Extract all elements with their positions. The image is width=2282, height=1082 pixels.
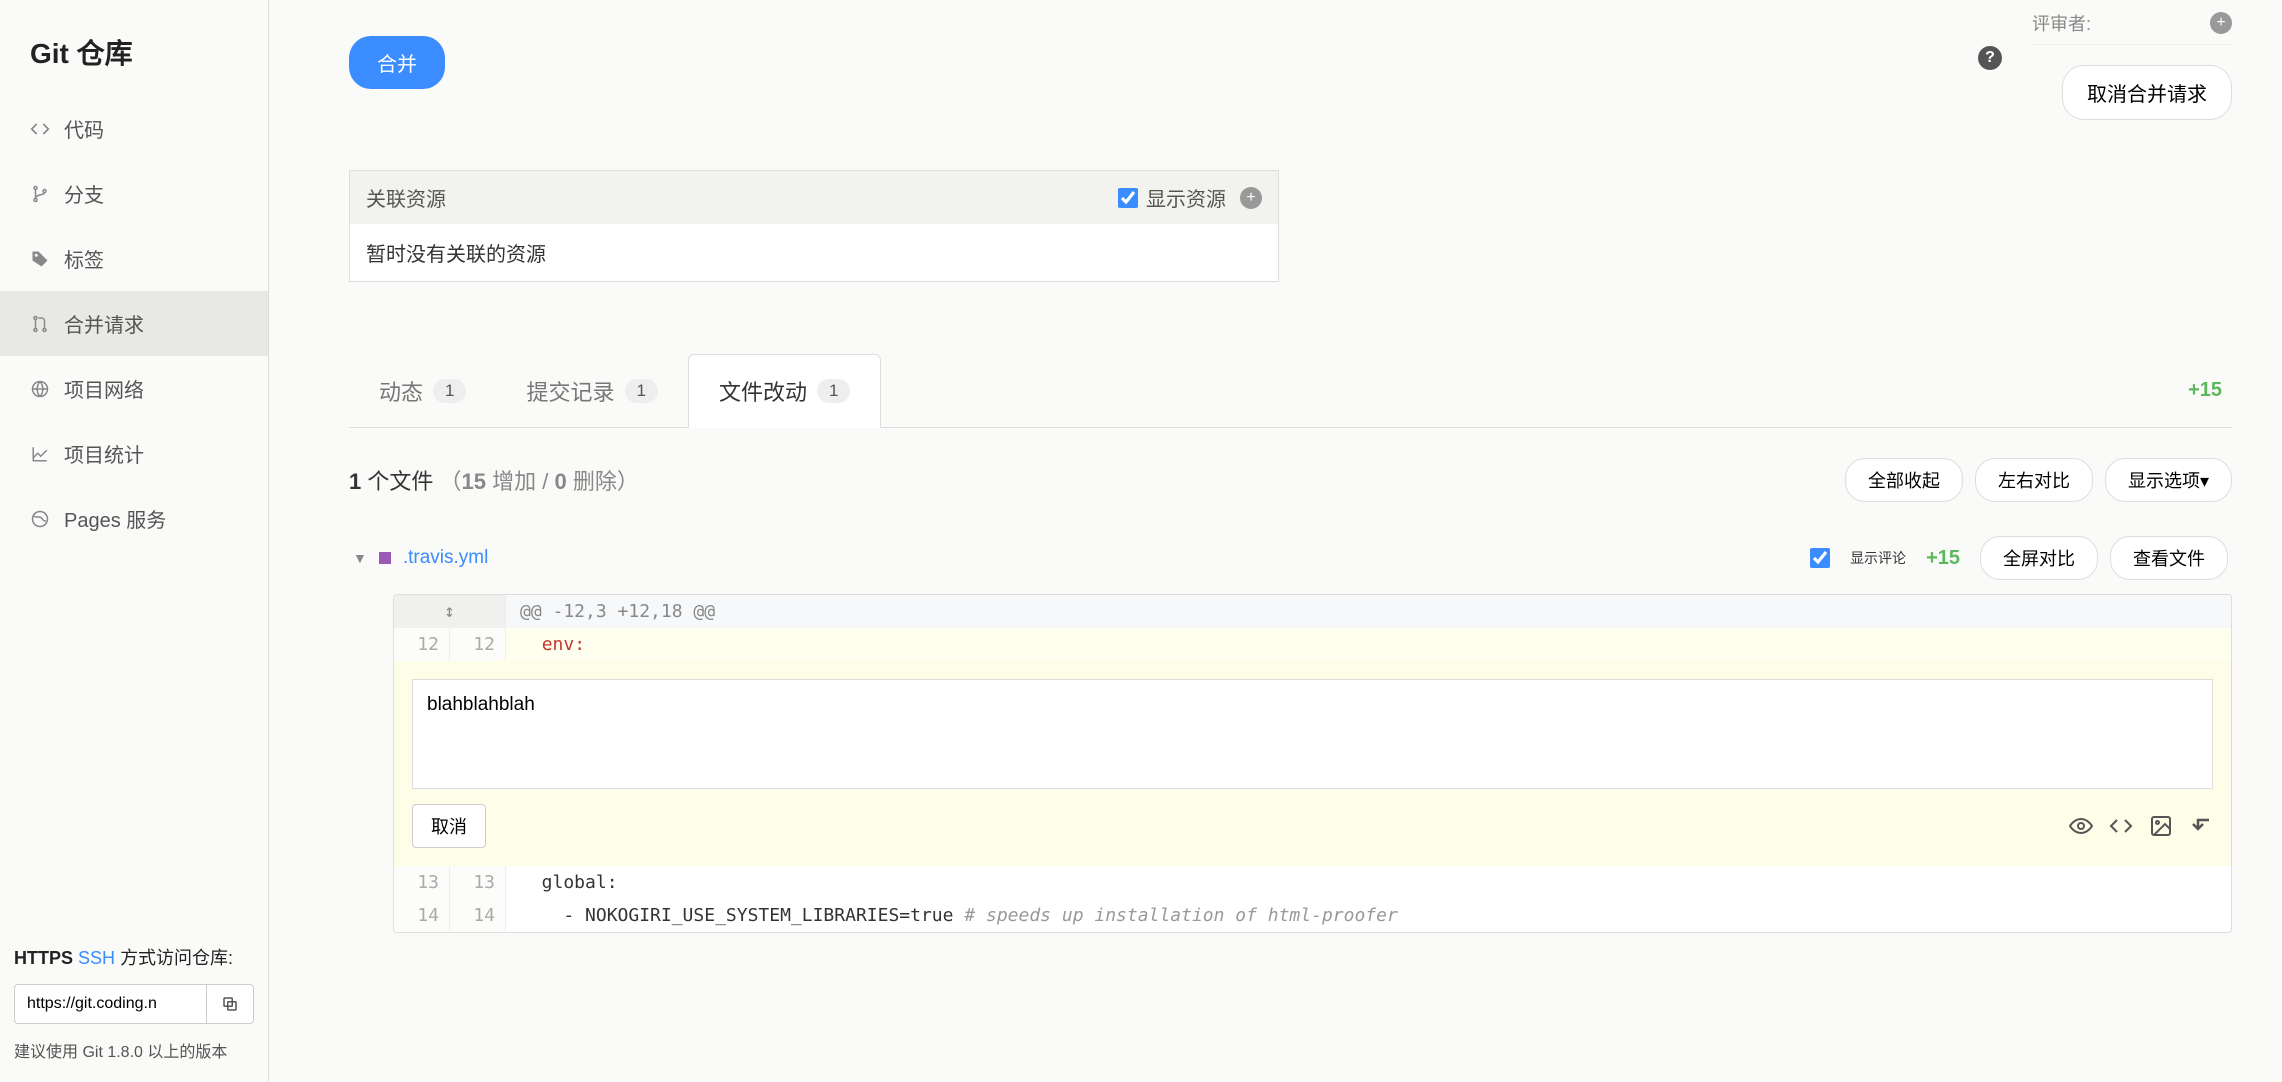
sidebar-item-merge-requests[interactable]: 合并请求	[0, 291, 268, 356]
globe-icon	[30, 379, 50, 399]
tabs: 动态 1 提交记录 1 文件改动 1 +15	[349, 354, 2232, 428]
main-content: ? 合并 评审者: + 取消合并请求 关联资源 显示资源 + 暂时没有关联的资源	[269, 0, 2282, 1082]
clone-url-input[interactable]	[14, 984, 207, 1024]
tab-badge: 1	[625, 379, 658, 403]
sidebar-item-pages[interactable]: Pages 服务	[0, 486, 268, 551]
sidebar-item-label: 项目网络	[64, 374, 144, 403]
clone-suffix: 方式访问仓库:	[120, 948, 233, 968]
sidebar-item-label: 合并请求	[64, 309, 144, 338]
line-number-new: 12	[450, 628, 506, 661]
line-number-old: 14	[394, 899, 450, 932]
copy-icon	[221, 995, 239, 1013]
tab-label: 动态	[379, 375, 423, 407]
merge-button[interactable]: 合并	[349, 36, 445, 89]
chart-icon	[30, 444, 50, 464]
add-resource-button[interactable]: +	[1240, 187, 1262, 209]
reviewers-label: 评审者:	[2032, 10, 2091, 36]
clone-ssh-tab[interactable]: SSH	[78, 948, 115, 968]
tab-label: 文件改动	[719, 375, 807, 407]
file-summary-row: 1 个文件 （15 增加 / 0 删除） 全部收起 左右对比 显示选项▾	[349, 458, 2232, 502]
hunk-header: @@ -12,3 +12,18 @@	[506, 595, 2231, 628]
diff-table: ↕ @@ -12,3 +12,18 @@ 12 12 env: blahblah…	[393, 594, 2232, 933]
code-line[interactable]: env:	[506, 628, 2231, 661]
file-name-link[interactable]: .travis.yml	[403, 547, 489, 569]
show-comments-label: 显示评论	[1850, 548, 1906, 568]
code-line[interactable]: - NOKOGIRI_USE_SYSTEM_LIBRARIES=true # s…	[506, 899, 2231, 932]
tab-badge: 1	[433, 379, 466, 403]
clone-https-tab[interactable]: HTTPS	[14, 948, 73, 968]
sidebar-item-label: 代码	[64, 114, 104, 143]
clone-section: HTTPS SSH 方式访问仓库: 建议使用 Git 1.8.0 以上的版本	[0, 924, 268, 1082]
show-resources-checkbox[interactable]	[1118, 188, 1138, 208]
sidebar-item-label: 标签	[64, 244, 104, 273]
file-count: 1 个文件 （15 增加 / 0 删除）	[349, 464, 639, 496]
cancel-merge-button[interactable]: 取消合并请求	[2062, 65, 2232, 120]
sidebar-item-stats[interactable]: 项目统计	[0, 421, 268, 486]
sidebar-item-code[interactable]: 代码	[0, 96, 268, 161]
related-resources-panel: 关联资源 显示资源 + 暂时没有关联的资源	[349, 170, 1279, 282]
preview-icon[interactable]	[2069, 814, 2093, 838]
sidebar-item-tags[interactable]: 标签	[0, 226, 268, 291]
tab-commits[interactable]: 提交记录 1	[496, 355, 687, 427]
sidebar-title: Git 仓库	[0, 0, 268, 96]
display-options-button[interactable]: 显示选项▾	[2105, 458, 2232, 502]
clone-protocol-row: HTTPS SSH 方式访问仓库:	[14, 944, 254, 970]
branch-icon	[30, 184, 50, 204]
show-comments-checkbox[interactable]	[1810, 548, 1830, 568]
related-empty-text: 暂时没有关联的资源	[350, 224, 1278, 281]
expand-hunk-button[interactable]: ↕	[394, 595, 506, 628]
copy-button[interactable]	[207, 984, 254, 1024]
related-title: 关联资源	[366, 183, 446, 212]
sidebar: Git 仓库 代码 分支 标签 合并请求	[0, 0, 269, 1082]
clone-hint: 建议使用 Git 1.8.0 以上的版本	[14, 1038, 254, 1062]
tab-activity[interactable]: 动态 1	[349, 355, 496, 427]
earth-icon	[30, 509, 50, 529]
caret-down-icon: ▾	[2200, 471, 2209, 491]
add-reviewer-button[interactable]: +	[2210, 12, 2232, 34]
tag-icon	[30, 249, 50, 269]
reviewers-panel: 评审者: + 取消合并请求	[2032, 10, 2232, 120]
inline-comment-form: blahblahblah 取消	[394, 661, 2231, 866]
show-resources-label: 显示资源	[1146, 183, 1226, 212]
line-number-new: 13	[450, 866, 506, 899]
help-icon[interactable]: ?	[1978, 46, 2002, 70]
tab-label: 提交记录	[526, 375, 614, 407]
code-icon	[30, 119, 50, 139]
file-status-icon	[379, 552, 391, 564]
fullscreen-compare-button[interactable]: 全屏对比	[1980, 536, 2098, 580]
collapse-all-button[interactable]: 全部收起	[1845, 458, 1963, 502]
submit-icon[interactable]	[2189, 814, 2213, 838]
comment-cancel-button[interactable]: 取消	[412, 804, 486, 848]
view-file-button[interactable]: 查看文件	[2110, 536, 2228, 580]
total-additions: +15	[2188, 379, 2232, 402]
sidebar-item-network[interactable]: 项目网络	[0, 356, 268, 421]
merge-request-icon	[30, 314, 50, 334]
image-icon[interactable]	[2149, 814, 2173, 838]
line-number-old: 13	[394, 866, 450, 899]
tab-files[interactable]: 文件改动 1	[688, 354, 881, 428]
sidebar-item-branches[interactable]: 分支	[0, 161, 268, 226]
code-line[interactable]: global:	[506, 866, 2231, 899]
collapse-file-toggle[interactable]: ▼	[353, 550, 367, 566]
file-additions: +15	[1918, 547, 1968, 570]
side-by-side-button[interactable]: 左右对比	[1975, 458, 2093, 502]
file-diff-header: ▼ .travis.yml 显示评论 +15 全屏对比 查看文件	[349, 536, 2232, 580]
tab-badge: 1	[817, 379, 850, 403]
sidebar-item-label: 项目统计	[64, 439, 144, 468]
comment-textarea[interactable]: blahblahblah	[412, 679, 2213, 789]
line-number-old: 12	[394, 628, 450, 661]
sidebar-item-label: Pages 服务	[64, 504, 166, 533]
line-number-new: 14	[450, 899, 506, 932]
code-format-icon[interactable]	[2109, 814, 2133, 838]
sidebar-item-label: 分支	[64, 179, 104, 208]
